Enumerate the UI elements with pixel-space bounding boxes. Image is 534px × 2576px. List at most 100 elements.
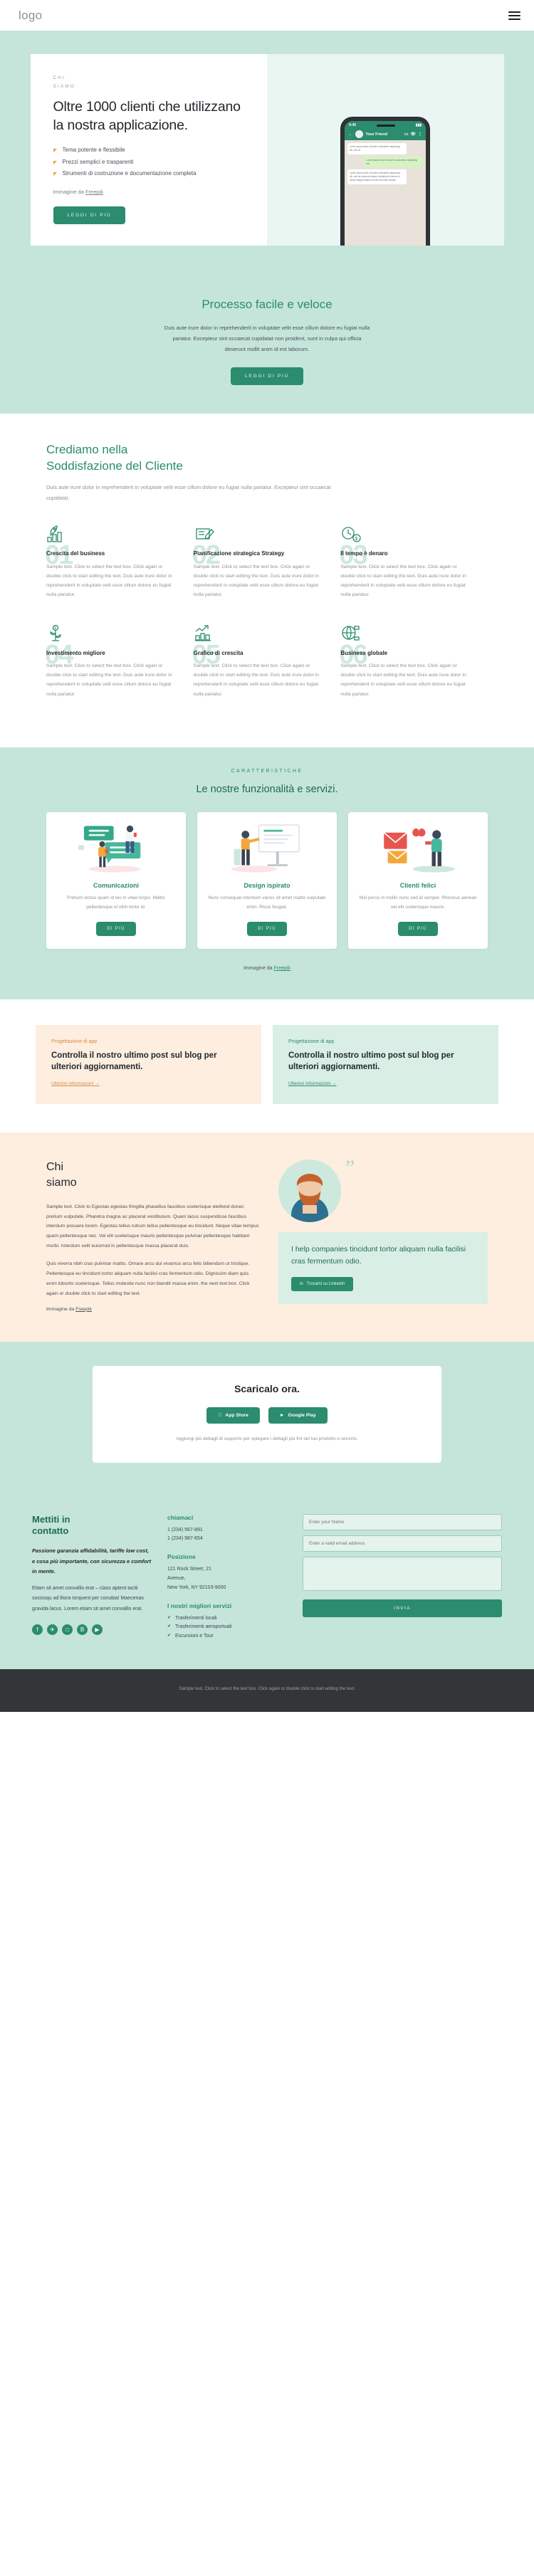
service-card: Design ispirato Nunc consequat interdum …	[197, 811, 337, 950]
service-cta-button[interactable]: DI PIÙ	[247, 922, 287, 937]
linkedin-button-label: Trovami su LinkedIn	[306, 1281, 345, 1286]
blog-card[interactable]: Progettazione di app Controlla il nostro…	[36, 1025, 261, 1105]
hero-section: CHI SIAMO Oltre 1000 clienti che utilizz…	[0, 31, 534, 275]
growth-chart-icon	[194, 624, 324, 643]
freepik-link[interactable]: Freepik	[274, 966, 290, 971]
svg-text:$: $	[54, 626, 56, 631]
card-text: Sample text. Click to select the text bo…	[340, 663, 466, 697]
process-cta-button[interactable]: LEGGI DI PIÚ	[231, 367, 303, 386]
hero-kicker-line2: SIAMO	[53, 84, 75, 90]
card-text: Sample text. Click to select the text bo…	[193, 663, 320, 697]
list-item: Trasferimenti locali	[167, 1614, 288, 1623]
list-item: Trasferimenti aeroportuali	[167, 1623, 288, 1631]
list-item: Strumenti di costruzione e documentazion…	[53, 169, 246, 179]
email-field[interactable]	[303, 1535, 502, 1552]
card-text: Sample text. Click to select the text bo…	[340, 564, 466, 598]
copyright-text: Sample text. Click to select the text bo…	[179, 1686, 355, 1691]
instagram-icon[interactable]: □	[62, 1624, 73, 1636]
footer-title-line2: contatto	[32, 1525, 69, 1537]
card-title: Grafico di crescita	[193, 649, 244, 656]
logo[interactable]: logo	[19, 9, 42, 23]
service-title: Design ispirato	[244, 881, 290, 889]
satisfaction-section: Crediamo nella Soddisfazione del Cliente…	[0, 414, 534, 747]
chat-message: Lorem ipsum dolor sit amet, consectetur …	[364, 156, 423, 168]
list-item: Tema potente e flessibile	[53, 145, 246, 156]
phone-action-icons[interactable]: ▭ ☏ ⋮	[404, 132, 422, 137]
footer-title: Mettiti in contatto	[32, 1514, 153, 1538]
twitter-icon[interactable]: ✈	[47, 1624, 58, 1636]
hero-cta-button[interactable]: LEGGI DI PIÚ	[53, 206, 126, 225]
footer-column-info: chiamaci 1 (234) 567-891 1 (234) 987-654…	[167, 1514, 288, 1641]
freepik-link[interactable]: Freepik	[85, 189, 103, 195]
vk-icon[interactable]: В	[77, 1624, 88, 1636]
phone-call-icon[interactable]: ☏	[410, 132, 416, 137]
satisfaction-title-line1: Crediamo nella	[46, 443, 128, 457]
service-card: Clienti felici Nisl purus in mollis nunc…	[348, 811, 488, 950]
video-call-icon[interactable]: ▭	[404, 132, 409, 137]
footer-location-heading: Posizione	[167, 1553, 196, 1561]
about-title-line1: Chi	[46, 1161, 64, 1174]
service-cta-button[interactable]: DI PIÙ	[398, 922, 438, 937]
about-image-credit: Immagine da Freepik	[46, 1307, 260, 1312]
footer-services-list: Trasferimenti locali Trasferimenti aerop…	[167, 1614, 288, 1641]
phone-status-bar: 9:45 ▮▮▮	[345, 121, 426, 129]
feature-card: 04 $ Investimento migliore Sample text. …	[45, 624, 194, 699]
app-store-button[interactable]:  App Store	[206, 1407, 260, 1424]
credit-prefix: Immagine da	[244, 966, 274, 972]
satisfaction-text: Duis aute irure dolor in reprehenderit i…	[46, 484, 331, 501]
services-eyebrow: CARATTERISTICHE	[231, 768, 303, 774]
service-cta-button[interactable]: DI PIÙ	[96, 922, 136, 937]
hero-bullet-list: Tema potente e flessibile Prezzi semplic…	[53, 145, 246, 179]
phone-time: 9:45	[349, 123, 357, 128]
google-play-button[interactable]: ► Google Play	[268, 1407, 328, 1424]
phone-notch	[376, 124, 395, 127]
download-section: Scaricalo ora.  App Store ► Google Play…	[0, 1341, 534, 1491]
credit-prefix: Immagine da	[46, 1306, 76, 1312]
footer-column-contact: Mettiti in contatto Passione garanzia af…	[32, 1514, 153, 1641]
quote-mark-icon: ”	[345, 1156, 355, 1180]
footer-tagline: Passione garanzia affidabilità, tariffe …	[32, 1547, 152, 1574]
feature-card: 01 Crescita del business Sample text. Cl…	[45, 525, 194, 599]
clock-money-icon: $	[340, 525, 471, 543]
about-text-column: Chi siamo Sample text. Click to Egestas …	[46, 1160, 260, 1311]
avatar	[355, 130, 363, 139]
service-text: Nisl purus in mollis nunc sed id semper.…	[359, 895, 477, 910]
card-title: Il tempo è denaro	[340, 550, 388, 557]
phone-number[interactable]: 1 (234) 987-654	[167, 1535, 288, 1544]
satisfaction-title-line2: Soddisfazione del Cliente	[46, 459, 183, 473]
phone-chat-body: Lorem ipsum dolor sit amet consectetur a…	[345, 140, 426, 246]
process-section: Processo facile e veloce Duis aute irure…	[0, 274, 534, 414]
rocket-chart-icon	[46, 525, 177, 543]
designer-presentation-illustration	[207, 822, 327, 875]
blog-card[interactable]: Progettazione di app Controlla il nostro…	[273, 1025, 498, 1105]
hero-kicker: CHI SIAMO	[53, 74, 246, 91]
submit-button[interactable]: INVIA	[303, 1599, 502, 1617]
freepik-link[interactable]: Freepik	[75, 1307, 92, 1312]
process-title: Processo facile e veloce	[201, 298, 333, 312]
money-plant-icon: $	[46, 624, 177, 643]
youtube-icon[interactable]: ▶	[92, 1624, 103, 1636]
more-options-icon[interactable]: ⋮	[418, 132, 422, 137]
service-card: Comunicazioni Pretium lectus quam id leo…	[46, 811, 186, 950]
feature-card: 06 Business globale Sample text. Click t…	[339, 624, 488, 699]
services-section: CARATTERISTICHE Le nostre funzionalità e…	[0, 747, 534, 1000]
message-field[interactable]	[303, 1556, 502, 1591]
satisfaction-title: Crediamo nella Soddisfazione del Cliente	[46, 442, 488, 475]
linkedin-icon: in	[300, 1281, 303, 1286]
back-arrow-icon[interactable]: ←	[348, 132, 352, 137]
phone-signal-icons: ▮▮▮	[415, 123, 422, 128]
hero-title: Oltre 1000 clienti che utilizzano la nos…	[53, 99, 241, 133]
hamburger-icon[interactable]	[508, 11, 520, 20]
services-card-row: Comunicazioni Pretium lectus quam id leo…	[46, 811, 488, 950]
phone-number[interactable]: 1 (234) 567-891	[167, 1526, 288, 1535]
blog-kicker: Progettazione di app	[288, 1039, 335, 1045]
google-play-label: Google Play	[286, 1412, 316, 1418]
linkedin-button[interactable]: in Trovami su LinkedIn	[291, 1276, 354, 1291]
address-line: 121 Rock Street, 21	[167, 1567, 211, 1572]
blog-link[interactable]: Ulteriori informazioni →	[288, 1081, 337, 1086]
about-paragraph: Sample text. Click to Egestas egestas fr…	[46, 1204, 259, 1249]
facebook-icon[interactable]: f	[32, 1624, 43, 1636]
name-field[interactable]	[303, 1513, 502, 1530]
footer-paragraph: Etiam sit amet convallis erat – class ap…	[32, 1586, 144, 1612]
blog-link[interactable]: Ulteriori informazioni →	[51, 1081, 100, 1086]
